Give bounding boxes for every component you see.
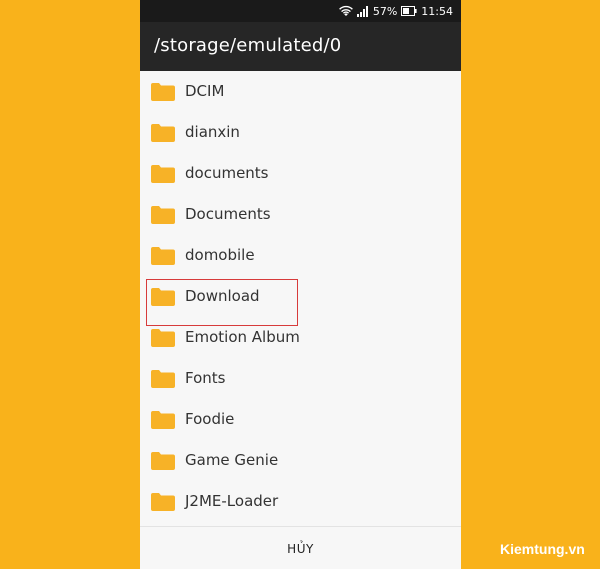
folder-name: Emotion Album [185, 328, 300, 346]
folder-icon [151, 493, 175, 515]
folder-item-dcim[interactable]: DCIM [140, 71, 461, 112]
folder-item-j2me-loader[interactable]: J2ME-Loader [140, 481, 461, 522]
battery-icon [401, 6, 417, 16]
folder-name: Download [185, 287, 260, 305]
folder-name: Foodie [185, 410, 235, 428]
folder-item-domobile[interactable]: domobile [140, 235, 461, 276]
stage: 57% 11:54 /storage/emulated/0 DCIM dianx… [0, 0, 600, 569]
watermark: Kiemtung.vn [500, 541, 585, 557]
folder-list: DCIM dianxin documents Documents domobil… [140, 71, 461, 522]
signal-icon [356, 5, 369, 17]
current-path: /storage/emulated/0 [154, 35, 342, 56]
cancel-button[interactable]: HỦY [140, 527, 461, 569]
wifi-icon [338, 5, 353, 17]
dialog-footer: HỦY [140, 526, 461, 569]
folder-item-dianxin[interactable]: dianxin [140, 112, 461, 153]
folder-name: Documents [185, 205, 271, 223]
folder-name: Fonts [185, 369, 226, 387]
folder-icon [151, 411, 175, 433]
clock: 11:54 [421, 4, 453, 18]
folder-name: Game Genie [185, 451, 279, 469]
folder-icon [151, 83, 175, 105]
folder-name: domobile [185, 246, 255, 264]
battery-percent: 57% [372, 4, 398, 18]
folder-icon [151, 452, 175, 474]
folder-name: DCIM [185, 82, 225, 100]
phone-screen: 57% 11:54 /storage/emulated/0 DCIM dianx… [140, 0, 461, 569]
status-bar: 57% 11:54 [140, 0, 461, 22]
folder-item-game-genie[interactable]: Game Genie [140, 440, 461, 481]
folder-name: documents [185, 164, 269, 182]
folder-item-documents-lower[interactable]: documents [140, 153, 461, 194]
folder-icon [151, 165, 175, 187]
folder-item-download[interactable]: Download [140, 276, 461, 326]
folder-item-foodie[interactable]: Foodie [140, 399, 461, 440]
folder-item-emotion-album[interactable]: Emotion Album [140, 317, 461, 358]
folder-icon [151, 329, 175, 351]
folder-icon [151, 370, 175, 392]
folder-icon [151, 288, 175, 310]
title-bar: /storage/emulated/0 [140, 22, 461, 71]
folder-icon [151, 247, 175, 269]
folder-icon [151, 124, 175, 146]
status-icons: 57% 11:54 [338, 3, 453, 19]
folder-name: J2ME-Loader [185, 492, 279, 510]
folder-item-documents[interactable]: Documents [140, 194, 461, 235]
folder-icon [151, 206, 175, 228]
folder-item-fonts[interactable]: Fonts [140, 358, 461, 399]
folder-name: dianxin [185, 123, 240, 141]
